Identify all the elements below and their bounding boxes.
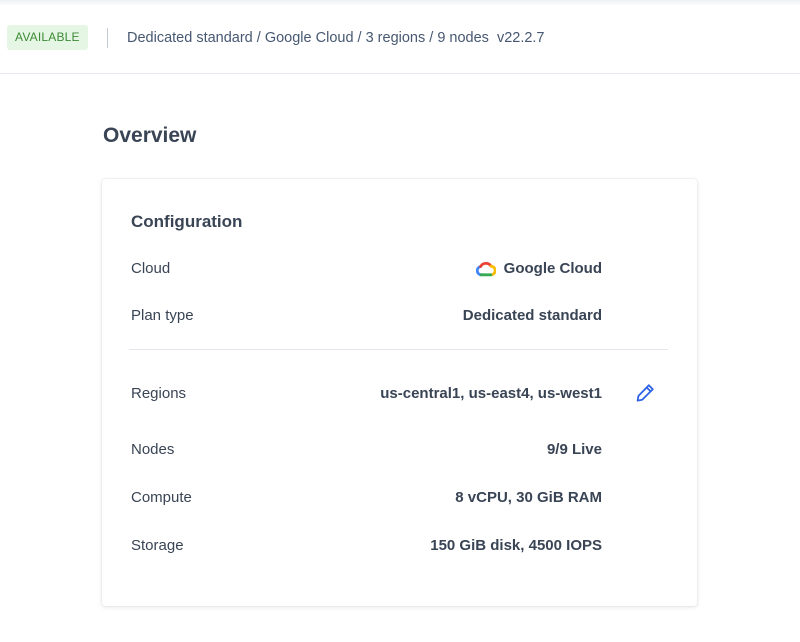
row-label-compute: Compute (131, 489, 192, 506)
cluster-summary: Dedicated standard / Google Cloud / 3 re… (127, 28, 545, 48)
page-title: Overview (103, 124, 197, 147)
cluster-status-bar: AVAILABLE Dedicated standard / Google Cl… (0, 8, 800, 74)
row-value-compute: 8 vCPU, 30 GiB RAM (455, 489, 602, 506)
cluster-version: v22.2.7 (496, 30, 545, 46)
row-label-nodes: Nodes (131, 441, 175, 458)
row-value-nodes: 9/9 Live (546, 441, 602, 458)
row-value-regions: us-central1, us-east4, us-west1 (380, 385, 602, 402)
card-divider (129, 349, 668, 350)
cluster-overview-page: AVAILABLE Dedicated standard / Google Cl… (0, 0, 800, 642)
config-row-plan-type: Plan type Dedicated standard (131, 305, 602, 327)
card-title: Configuration (131, 212, 243, 231)
config-row-regions: Regions us-central1, us-east4, us-west1 (131, 383, 602, 405)
row-value-plan-type: Dedicated standard (462, 307, 602, 324)
pencil-edit-icon[interactable] (634, 382, 656, 404)
row-label-plan-type: Plan type (131, 307, 194, 324)
top-shadow (0, 0, 800, 6)
row-label-regions: Regions (131, 385, 187, 402)
config-row-cloud: Cloud Google Cloud (131, 258, 602, 280)
config-row-nodes: Nodes 9/9 Live (131, 439, 602, 461)
cluster-summary-text: Dedicated standard / Google Cloud / 3 re… (127, 30, 489, 46)
row-value-storage: 150 GiB disk, 4500 IOPS (430, 537, 602, 554)
vertical-divider (107, 28, 108, 48)
config-row-storage: Storage 150 GiB disk, 4500 IOPS (131, 535, 602, 557)
row-value-cloud-text: Google Cloud (503, 260, 602, 277)
configuration-card: Configuration Cloud Google Cloud Plan ty… (102, 179, 697, 606)
row-label-storage: Storage (131, 537, 184, 554)
config-row-compute: Compute 8 vCPU, 30 GiB RAM (131, 487, 602, 509)
row-value-cloud: Google Cloud (475, 258, 602, 280)
status-badge: AVAILABLE (7, 25, 88, 50)
row-label-cloud: Cloud (131, 260, 171, 277)
google-cloud-icon (475, 261, 496, 277)
